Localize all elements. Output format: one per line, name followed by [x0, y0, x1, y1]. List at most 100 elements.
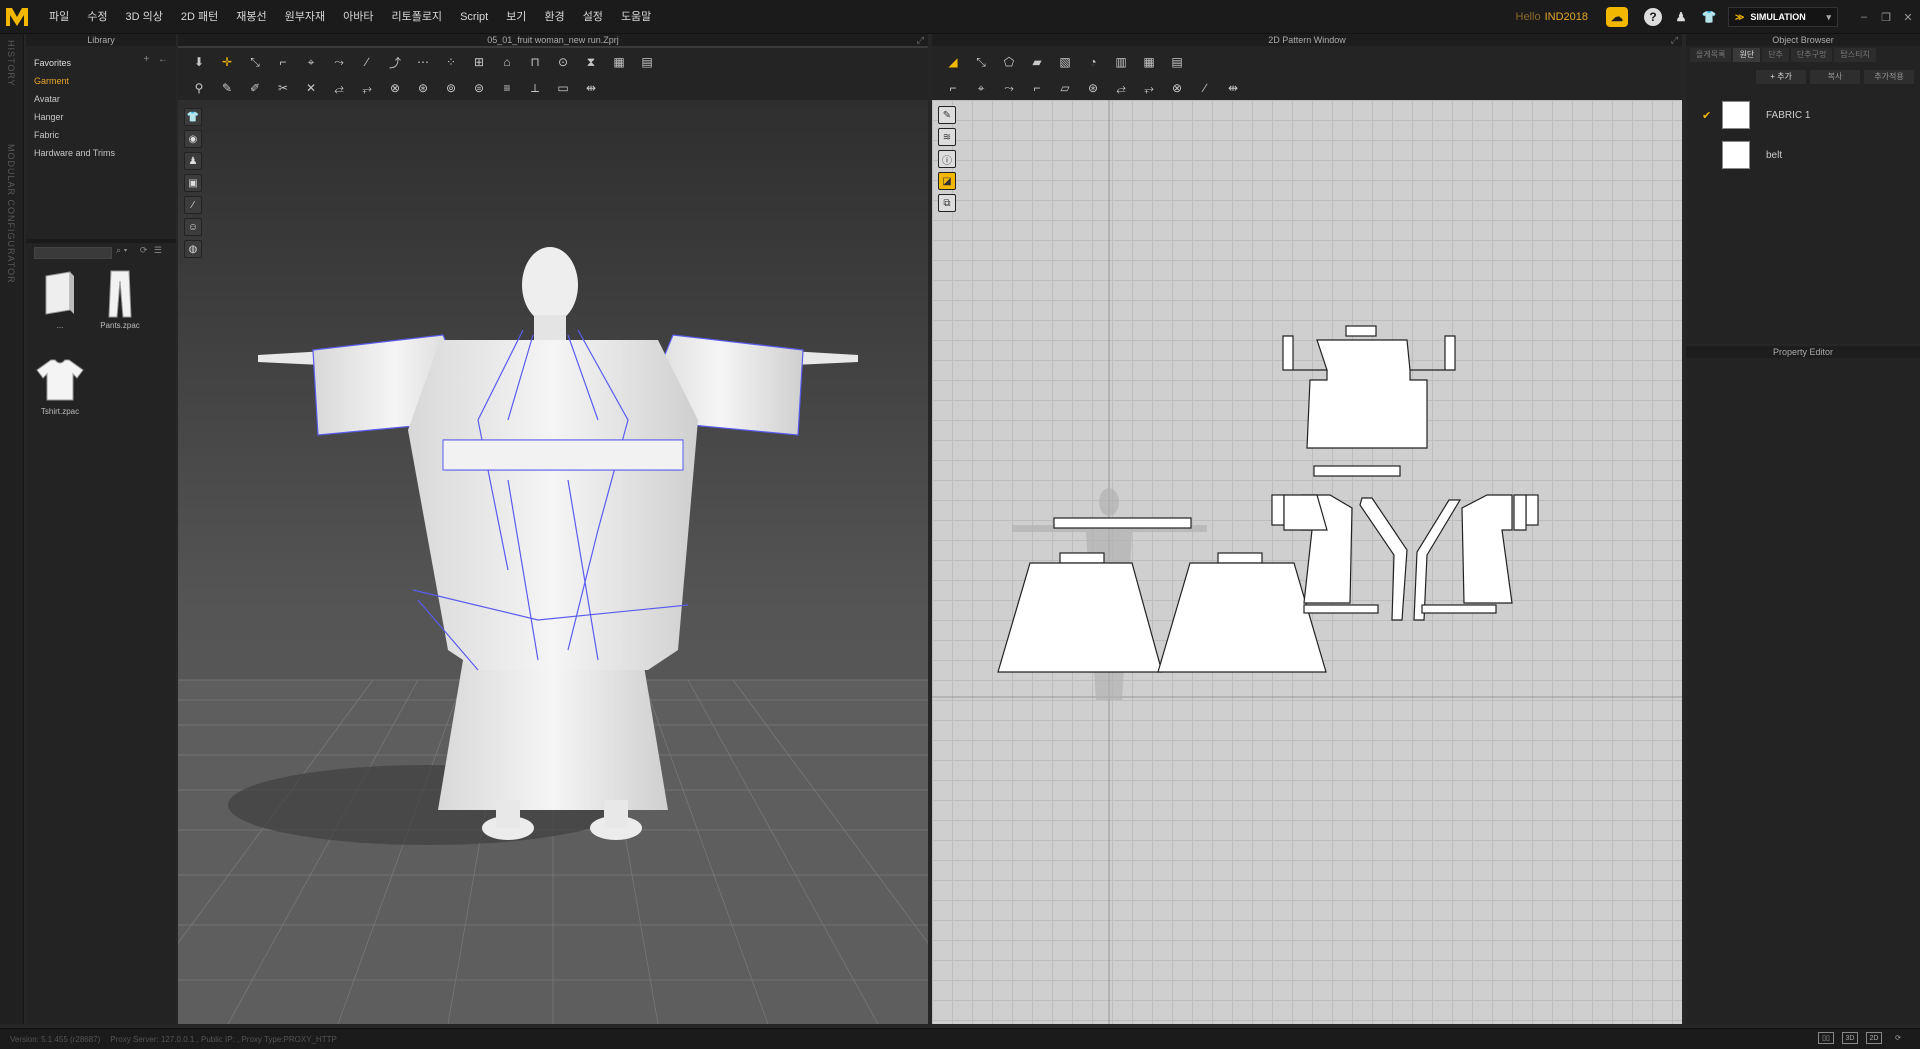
sew-pattern-icon[interactable]: ⊗ — [382, 77, 408, 99]
zip-icon[interactable]: ⊜ — [466, 77, 492, 99]
library-item-hardware[interactable]: Hardware and Trims — [34, 144, 176, 162]
3d-viewport[interactable]: 👕 ◉ ♟ ▣ ∕ ☺ ◍ — [178, 100, 928, 1024]
buttonhole-icon[interactable]: ⊚ — [438, 77, 464, 99]
measure-icon[interactable]: ∕ — [354, 51, 380, 73]
library-item-fabric[interactable]: Fabric — [34, 126, 176, 144]
tab-button[interactable]: 단추 — [1762, 48, 1789, 62]
rectangle-icon[interactable]: ▰ — [1024, 51, 1050, 73]
tab-fabric[interactable]: 원단 — [1733, 48, 1761, 62]
arrangement-icon[interactable]: ⊞ — [466, 51, 492, 73]
back-icon[interactable]: ← — [158, 54, 168, 65]
pleat-icon[interactable]: ≡ — [494, 77, 520, 99]
info-icon[interactable]: ⓘ — [938, 150, 956, 168]
apply-fabric-button[interactable]: 추가적용 — [1864, 70, 1914, 84]
menu-view[interactable]: 보기 — [497, 0, 535, 34]
menu-environment[interactable]: 환경 — [535, 0, 573, 34]
curve-icon[interactable]: ⤳ — [996, 77, 1022, 99]
avatar-skin-icon[interactable]: ☺ — [184, 218, 202, 236]
edit-pattern-icon[interactable]: ⤡ — [968, 51, 994, 73]
menu-3d-garment[interactable]: 3D 의상 — [117, 0, 172, 34]
zipper-icon[interactable]: ⧗ — [578, 51, 604, 73]
grid-alt-icon[interactable]: ▤ — [634, 51, 660, 73]
strap-icon[interactable]: ⤴ — [382, 51, 408, 73]
add-fabric-button[interactable]: + 추가 — [1756, 70, 1806, 84]
modular-configurator-tab[interactable]: MODULAR CONFIGURATOR — [6, 144, 16, 284]
2d-pattern-canvas[interactable]: ✎ ≋ ⓘ ◪ ⧉ — [932, 100, 1682, 1024]
menu-settings[interactable]: 설정 — [574, 0, 612, 34]
user-name[interactable]: IND2018 — [1545, 11, 1588, 23]
button-tool-icon[interactable]: ⊙ — [550, 51, 576, 73]
brush-icon[interactable]: ✎ — [214, 77, 240, 99]
garment-mode-icon[interactable]: 👕 — [1700, 8, 1718, 26]
globe-icon[interactable]: ◍ — [184, 240, 202, 258]
garment-display-icon[interactable]: 👕 — [184, 108, 202, 126]
texture-icon[interactable]: ▱ — [1052, 77, 1078, 99]
help-icon[interactable]: ? — [1644, 8, 1662, 26]
seam-icon[interactable]: ⋯ — [410, 51, 436, 73]
refresh-icon[interactable]: ⟳ — [1890, 1032, 1906, 1044]
menu-help[interactable]: 도움말 — [612, 0, 660, 34]
cloud-icon[interactable]: ☁ — [1606, 7, 1628, 27]
cross-icon[interactable]: ✕ — [298, 77, 324, 99]
ruler-icon[interactable]: ⟂ — [522, 77, 548, 99]
ruler-icon[interactable]: ⇹ — [1220, 77, 1246, 99]
line-icon[interactable]: ∕ — [1192, 77, 1218, 99]
bookmark-icon[interactable]: ⊓ — [522, 51, 548, 73]
tab-object-list[interactable]: 올게목록 — [1690, 48, 1732, 62]
seam-allowance-icon[interactable]: ⊛ — [1080, 77, 1106, 99]
library-item-avatar[interactable]: Avatar — [34, 90, 176, 108]
mode-selector[interactable]: ≫ SIMULATION ▾ — [1728, 7, 1838, 27]
expand-icon[interactable]: ⤢ — [917, 35, 924, 46]
menu-sewing[interactable]: 재봉선 — [227, 0, 275, 34]
library-item-hanger[interactable]: Hanger — [34, 108, 176, 126]
smooth-icon[interactable]: ✐ — [242, 77, 268, 99]
avatar-mode-icon[interactable]: ♟ — [1672, 8, 1690, 26]
list-view-icon[interactable]: ☰ — [154, 245, 162, 255]
drop-icon[interactable]: ⬇ — [186, 51, 212, 73]
menu-edit[interactable]: 수정 — [78, 0, 116, 34]
restore-icon[interactable]: ❐ — [1876, 8, 1896, 26]
copy-fabric-button[interactable]: 복사 — [1810, 70, 1860, 84]
grid-alt-icon[interactable]: ▤ — [1164, 51, 1190, 73]
pencil-icon[interactable]: ✎ — [938, 106, 956, 124]
segment-sew-icon[interactable]: ⥄ — [1108, 77, 1134, 99]
multi-sew-icon[interactable]: ⊗ — [1164, 77, 1190, 99]
grid-icon[interactable]: ▦ — [606, 51, 632, 73]
pleat-icon[interactable]: ⌐ — [1024, 77, 1050, 99]
app-logo-icon[interactable] — [0, 0, 34, 34]
fold-icon[interactable]: ⌐ — [270, 51, 296, 73]
tack-icon[interactable]: ⤳ — [326, 51, 352, 73]
sew-line-icon[interactable]: ⥄ — [326, 77, 352, 99]
menu-avatar[interactable]: 아바타 — [334, 0, 382, 34]
menu-retopology[interactable]: 리토폴로지 — [382, 0, 451, 34]
fold-icon[interactable]: ⌐ — [940, 77, 966, 99]
sew-free-icon[interactable]: ⥅ — [354, 77, 380, 99]
free-sew-icon[interactable]: ⥅ — [1136, 77, 1162, 99]
library-thumb-tshirt[interactable]: Tshirt.zpac — [30, 352, 90, 416]
layout-split-icon[interactable]: ▯▯ — [1818, 1032, 1834, 1044]
search-icon[interactable]: ⌕ — [116, 245, 121, 255]
tab-topstitch[interactable]: 탑스티치 — [1834, 48, 1876, 62]
layout-3d-icon[interactable]: 3D — [1842, 1032, 1858, 1044]
avatar-display-icon[interactable]: ♟ — [184, 152, 202, 170]
library-thumb-pants[interactable]: Pants.zpac — [90, 266, 150, 330]
list-item[interactable]: ✔ FABRIC 1 — [1686, 98, 1920, 132]
tape-icon[interactable]: ▭ — [550, 77, 576, 99]
close-icon[interactable]: ✕ — [1898, 8, 1918, 26]
grid-icon[interactable]: ▦ — [1136, 51, 1162, 73]
add-icon[interactable]: + — [143, 54, 149, 65]
library-thumb-folder[interactable]: ... — [30, 266, 90, 330]
pattern-display-icon[interactable]: ▣ — [184, 174, 202, 192]
texture-view-icon[interactable]: ◪ — [938, 172, 956, 190]
polygon-icon[interactable]: ⬠ — [996, 51, 1022, 73]
menu-script[interactable]: Script — [451, 0, 497, 34]
button-icon[interactable]: ⊛ — [410, 77, 436, 99]
select-move-icon[interactable]: ✛ — [214, 51, 240, 73]
internal-shape-icon[interactable]: ◔ — [1080, 51, 1106, 73]
pin-icon[interactable]: ⌖ — [298, 51, 324, 73]
fabric-display-icon[interactable]: ◉ — [184, 130, 202, 148]
garment-icon[interactable]: ⌂ — [494, 51, 520, 73]
layout-2d-icon[interactable]: 2D — [1866, 1032, 1882, 1044]
menu-file[interactable]: 파일 — [40, 0, 78, 34]
transform-pattern-icon[interactable]: ◢ — [940, 51, 966, 73]
